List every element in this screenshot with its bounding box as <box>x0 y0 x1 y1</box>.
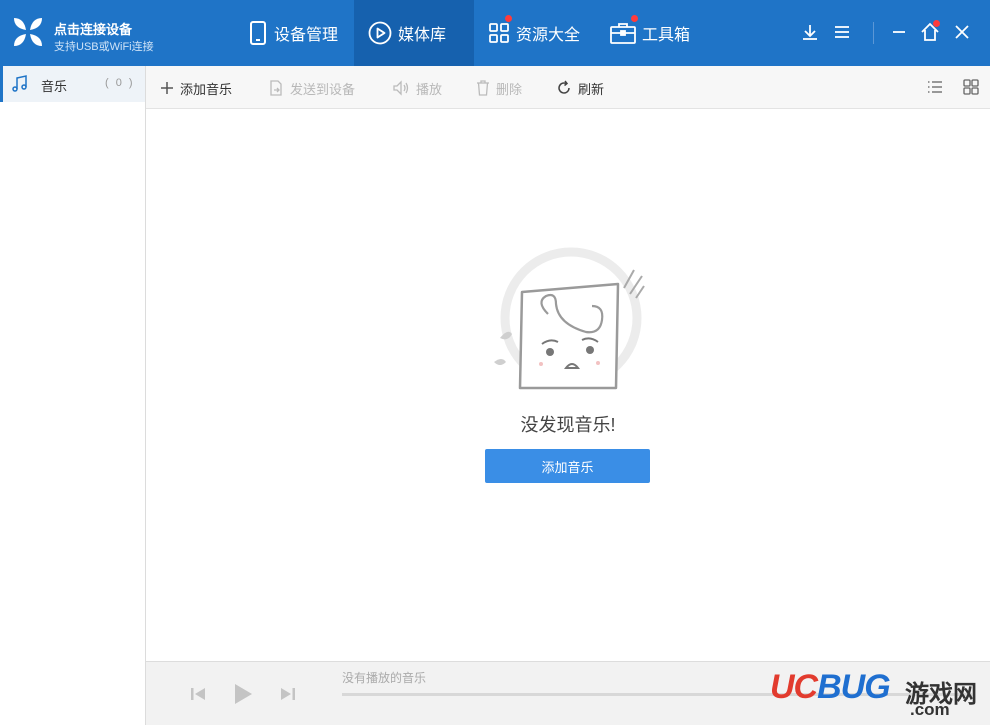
empty-message: 没发现音乐! <box>520 415 616 435</box>
send-to-device-label: 发送到设备 <box>290 81 356 97</box>
previous-track-icon[interactable] <box>190 686 206 702</box>
titlebar-divider <box>873 22 874 44</box>
sad-face-empty-icon <box>494 247 645 390</box>
speaker-icon <box>393 80 409 96</box>
add-music-toolbar-button[interactable]: 添加音乐 <box>160 78 232 98</box>
plus-icon <box>161 82 173 94</box>
menu-button[interactable] <box>830 20 854 44</box>
title-bar: 点击连接设备 支持USB或WiFi连接 设备管理 媒体库 资源大全 工具箱 <box>0 0 990 66</box>
brand-title: 点击连接设备 <box>54 22 133 37</box>
delete-toolbar-label: 删除 <box>496 81 523 97</box>
sidebar-item-music[interactable]: 音乐 ( 0 ) <box>0 66 145 102</box>
add-music-label: 添加音乐 <box>180 81 233 97</box>
phone-icon <box>250 21 266 45</box>
watermark-uc: UC <box>770 668 818 706</box>
grid-view-button[interactable] <box>962 78 982 98</box>
watermark-bug: BUG <box>817 668 891 706</box>
app-logo-icon <box>14 18 42 46</box>
close-button[interactable] <box>950 20 974 44</box>
watermark-logo: UCBUG <box>770 668 891 707</box>
sidebar-item-count: ( 0 ) <box>105 77 135 89</box>
toolbox-icon <box>610 23 636 44</box>
tab-resources[interactable]: 资源大全 <box>474 0 594 66</box>
close-icon <box>955 25 969 39</box>
now-playing-text: 没有播放的音乐 <box>342 671 427 685</box>
list-view-icon <box>928 81 942 93</box>
minimize-button[interactable] <box>887 20 911 44</box>
grid-apps-icon <box>489 23 509 43</box>
download-icon <box>803 25 817 40</box>
category-sidebar: 音乐 ( 0 ) <box>0 66 146 725</box>
tab-device-management[interactable]: 设备管理 <box>234 0 354 66</box>
site-watermark: UCBUG 游戏网 .com <box>770 668 986 720</box>
connect-device-area[interactable]: 点击连接设备 支持USB或WiFi连接 <box>10 12 210 56</box>
music-note-icon <box>12 75 27 92</box>
download-button[interactable] <box>798 20 822 44</box>
tab-media-library[interactable]: 媒体库 <box>354 0 474 66</box>
refresh-toolbar-button[interactable]: 刷新 <box>556 78 604 98</box>
list-view-button[interactable] <box>926 78 946 98</box>
play-icon[interactable] <box>232 682 254 706</box>
watermark-com: .com <box>910 700 950 719</box>
refresh-toolbar-label: 刷新 <box>578 81 605 97</box>
home-button[interactable] <box>918 20 942 44</box>
brand-subtitle: 支持USB或WiFi连接 <box>54 41 154 53</box>
play-toolbar-label: 播放 <box>416 81 443 97</box>
home-badge <box>933 20 940 27</box>
next-track-icon[interactable] <box>280 686 296 702</box>
send-to-device-icon <box>270 80 282 96</box>
tab-device-management-label: 设备管理 <box>274 27 339 44</box>
refresh-icon <box>558 80 570 94</box>
toolbox-badge <box>631 15 638 22</box>
play-circle-icon <box>368 21 392 45</box>
play-toolbar-button[interactable]: 播放 <box>392 78 442 98</box>
menu-icon <box>835 26 849 38</box>
send-to-device-button[interactable]: 发送到设备 <box>268 78 355 98</box>
minimize-icon <box>893 31 905 33</box>
tab-toolbox-label: 工具箱 <box>642 27 691 44</box>
media-toolbar: 添加音乐 发送到设备 播放 删除 刷新 <box>146 66 990 109</box>
resources-badge <box>505 15 512 22</box>
add-music-button[interactable]: 添加音乐 <box>485 449 650 483</box>
media-content-area: 没发现音乐! 添加音乐 <box>146 109 990 661</box>
delete-toolbar-button[interactable]: 删除 <box>476 78 522 98</box>
tab-toolbox[interactable]: 工具箱 <box>596 0 706 66</box>
tab-resources-label: 资源大全 <box>516 27 581 44</box>
trash-icon <box>477 80 489 96</box>
tab-media-library-label: 媒体库 <box>398 27 447 44</box>
grid-view-icon <box>963 79 979 95</box>
sidebar-item-label: 音乐 <box>41 79 68 94</box>
